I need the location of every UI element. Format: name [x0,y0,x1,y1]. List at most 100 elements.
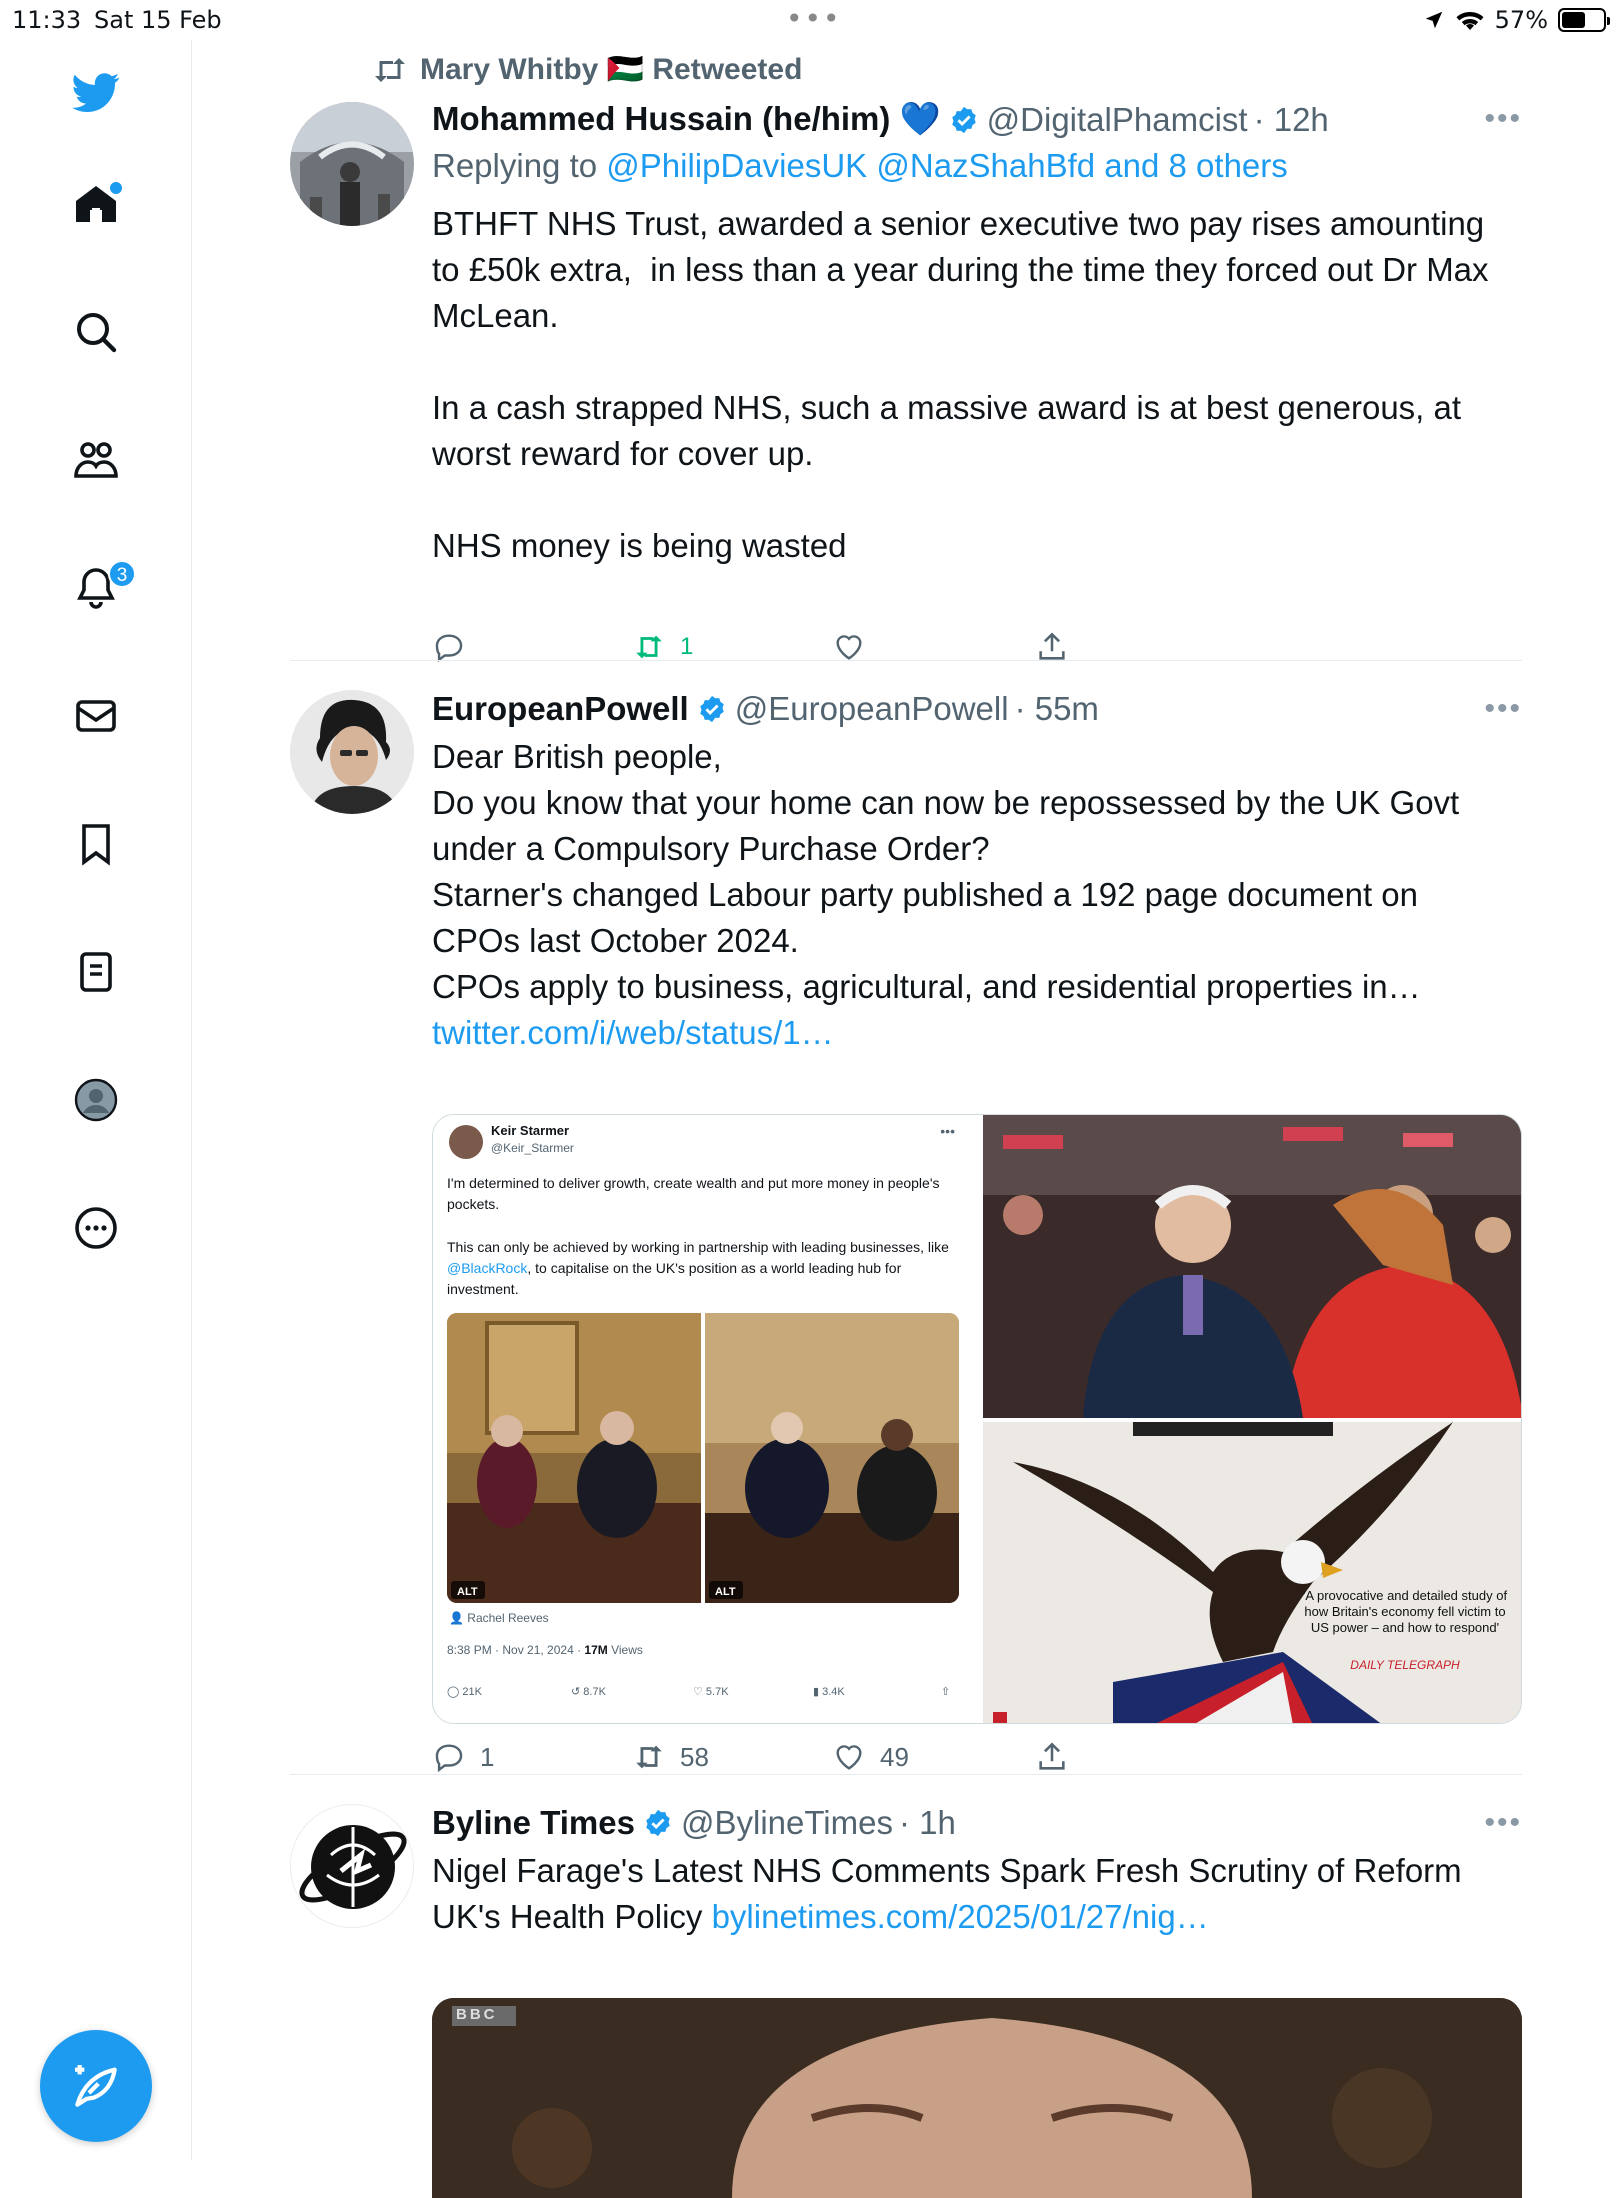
embedded-actions: ◯ 21K ↺ 8.7K ♡ 5.7K ▮ 3.4K ⇧ [447,1685,959,1705]
author-name[interactable]: Byline Times [432,1804,635,1842]
media-photo-conference[interactable] [983,1115,1521,1418]
tweet[interactable]: Mohammed Hussain (he/him) 💙 @DigitalPham… [290,100,1522,680]
people-icon [74,442,118,478]
sidebar: 3 [0,40,192,2160]
embedded-tagged: 👤 Rachel Reeves [449,1611,549,1625]
tweet-content: Mohammed Hussain (he/him) 💙 @DigitalPham… [432,100,1520,569]
battery-percent: 57% [1494,6,1548,34]
link-card-image[interactable]: BBC [432,1998,1522,2198]
embedded-name: Keir Starmer [491,1123,570,1138]
tweet[interactable]: Byline Times @BylineTimes · 1h ••• Nigel… [290,1804,1522,2198]
share-button[interactable] [1035,630,1069,664]
sidebar-item-home[interactable] [68,176,124,232]
verified-badge-icon [951,106,976,133]
author-handle[interactable]: @DigitalPhamcist [987,101,1248,139]
tweet-content: Byline Times @BylineTimes · 1h ••• Nigel… [432,1804,1520,1940]
tweet-more-icon[interactable]: ••• [1484,102,1522,136]
embedded-photos: ALT ALT [447,1313,959,1603]
mail-icon [76,700,116,732]
reply-to-links[interactable]: @PhilipDaviesUK @NazShahBfd and 8 others [606,147,1288,184]
sidebar-item-lists[interactable] [68,944,124,1000]
author-name[interactable]: EuropeanPowell [432,690,689,728]
status-bar: 11:33 Sat 15 Feb ••• 57% [0,0,1620,40]
sidebar-item-profile[interactable] [68,1072,124,1128]
twitter-logo-icon[interactable] [68,64,124,120]
home-unread-dot [110,182,122,194]
embedded-text-2: This can only be achieved by working in … [447,1237,957,1300]
media-book-cover[interactable]: 'A provocative and detailed study of how… [983,1422,1521,1723]
share-button[interactable] [1035,1740,1069,1774]
reply-icon [435,1744,463,1773]
timeline: Mary Whitby 🇵🇸 Retweeted Mohammed Hussai… [192,40,1620,2198]
sidebar-item-bookmarks[interactable] [68,816,124,872]
like-button[interactable] [832,630,880,664]
retweet-icon [375,57,405,82]
tweet-time[interactable]: · 1h [899,1804,956,1842]
tweet-text: Dear British people, Do you know that yo… [432,738,1460,1005]
retweet-count: 58 [680,1741,709,1772]
embedded-share-icon: ⇧ [941,1686,951,1698]
multitasking-dots-icon[interactable]: ••• [786,2,842,35]
bbc-logo: BBC [456,2006,498,2023]
tweet-link[interactable]: twitter.com/i/web/status/1… [432,1010,1512,1056]
tweet-text: BTHFT NHS Trust, awarded a senior execut… [432,205,1489,564]
bookmark-icon [82,824,110,866]
sidebar-item-messages[interactable] [68,688,124,744]
tweet-divider [290,1774,1522,1775]
wifi-icon [1456,12,1484,30]
alt-badge-1: ALT [457,1586,478,1598]
alt-badge-2: ALT [715,1586,736,1598]
retweeted-by-label: Mary Whitby 🇵🇸 Retweeted [420,53,803,86]
embedded-tagged-name: Rachel Reeves [467,1611,549,1625]
tweet-header: EuropeanPowell @EuropeanPowell · 55m [432,690,1512,728]
avatar[interactable] [290,1804,414,1928]
embedded-handle: @Keir_Starmer [491,1141,574,1155]
media-grid[interactable]: Keir Starmer @Keir_Starmer ••• I'm deter… [432,1114,1522,1724]
retweet-button[interactable]: 1 [632,630,693,664]
battery-icon [1558,8,1610,32]
retweet-icon [636,635,662,659]
reply-count: 1 [480,1741,495,1772]
retweet-context[interactable]: Mary Whitby 🇵🇸 Retweeted [372,52,802,87]
reply-button[interactable] [432,630,480,664]
tweet-actions: 1 [432,630,1232,670]
embedded-text-2a: This can only be achieved by working in … [447,1239,949,1255]
book-quote: 'A provocative and detailed study of how… [1302,1588,1508,1635]
tweet-time[interactable]: · 55m [1015,690,1099,728]
embedded-avatar [449,1125,483,1159]
avatar[interactable] [290,690,414,814]
verified-badge-icon [699,695,724,723]
author-name[interactable]: Mohammed Hussain (he/him) 💙 [432,100,941,139]
book-quote-source: DAILY TELEGRAPH [1350,1658,1460,1672]
tweet-more-icon[interactable]: ••• [1484,1806,1522,1840]
avatar[interactable] [290,102,414,226]
share-icon [1039,632,1065,660]
tweet-content: EuropeanPowell @EuropeanPowell · 55m •••… [432,690,1520,1056]
author-handle[interactable]: @BylineTimes [681,1804,893,1842]
sidebar-item-communities[interactable] [68,432,124,488]
tweet-time[interactable]: · 12h [1254,101,1329,139]
tweet[interactable]: EuropeanPowell @EuropeanPowell · 55m •••… [290,690,1522,1800]
tweet-divider [290,660,1522,661]
sidebar-item-notifications[interactable]: 3 [68,560,136,616]
tweet-header: Mohammed Hussain (he/him) 💙 @DigitalPham… [432,100,1512,139]
reply-button[interactable]: 1 [432,1740,494,1774]
embedded-bookmark: ▮ 3.4K [813,1686,845,1698]
retweet-button[interactable]: 58 [632,1740,709,1774]
share-icon [1039,1742,1065,1770]
tweet-text: Nigel Farage's Latest NHS Comments Spark… [432,1848,1512,1940]
retweet-count: 1 [680,633,694,660]
tweet-link[interactable]: bylinetimes.com/2025/01/27/nig… [712,1898,1209,1935]
embedded-more-icon: ••• [940,1123,955,1139]
like-button[interactable]: 49 [832,1740,909,1774]
verified-badge-icon [646,1809,670,1837]
compose-tweet-button[interactable] [40,2030,152,2142]
more-icon [75,1207,117,1249]
list-icon [80,952,112,992]
sidebar-item-explore[interactable] [68,304,124,360]
author-handle[interactable]: @EuropeanPowell [735,690,1009,728]
media-embedded-screenshot[interactable]: Keir Starmer @Keir_Starmer ••• I'm deter… [433,1115,979,1723]
tweet-more-icon[interactable]: ••• [1484,692,1522,726]
embedded-views: 17M [584,1643,608,1657]
sidebar-item-more[interactable] [68,1200,124,1256]
